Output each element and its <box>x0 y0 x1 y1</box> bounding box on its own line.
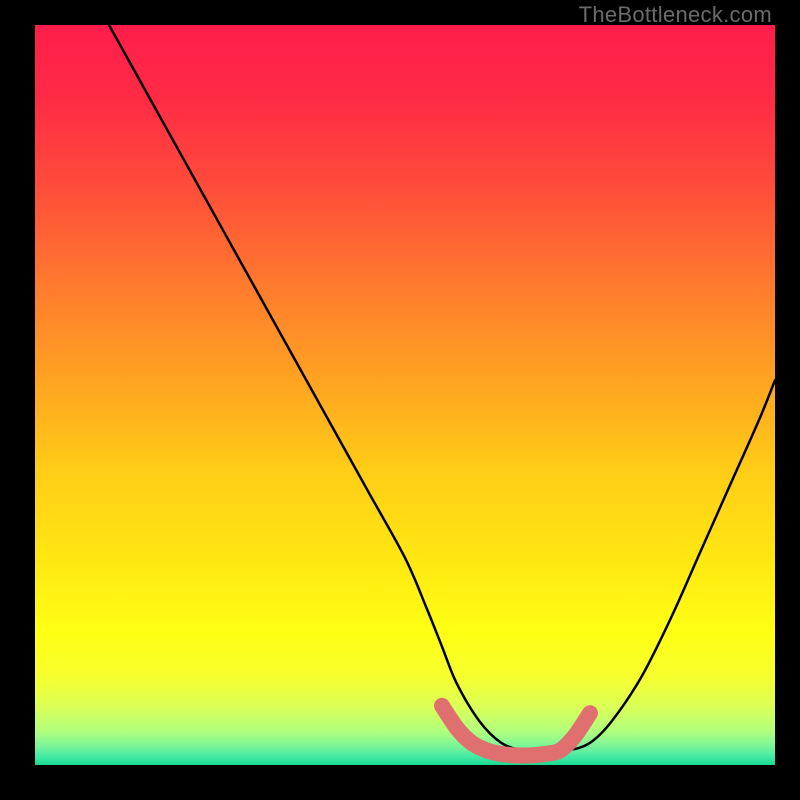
watermark-text: TheBottleneck.com <box>579 2 772 28</box>
border-bottom <box>0 765 800 800</box>
border-left <box>0 0 35 800</box>
black-curve <box>109 25 775 751</box>
border-right <box>775 0 800 800</box>
plot-area <box>35 25 775 765</box>
curve-layer <box>35 25 775 765</box>
chart-frame: TheBottleneck.com <box>0 0 800 800</box>
pink-bottom-segment <box>442 706 590 756</box>
